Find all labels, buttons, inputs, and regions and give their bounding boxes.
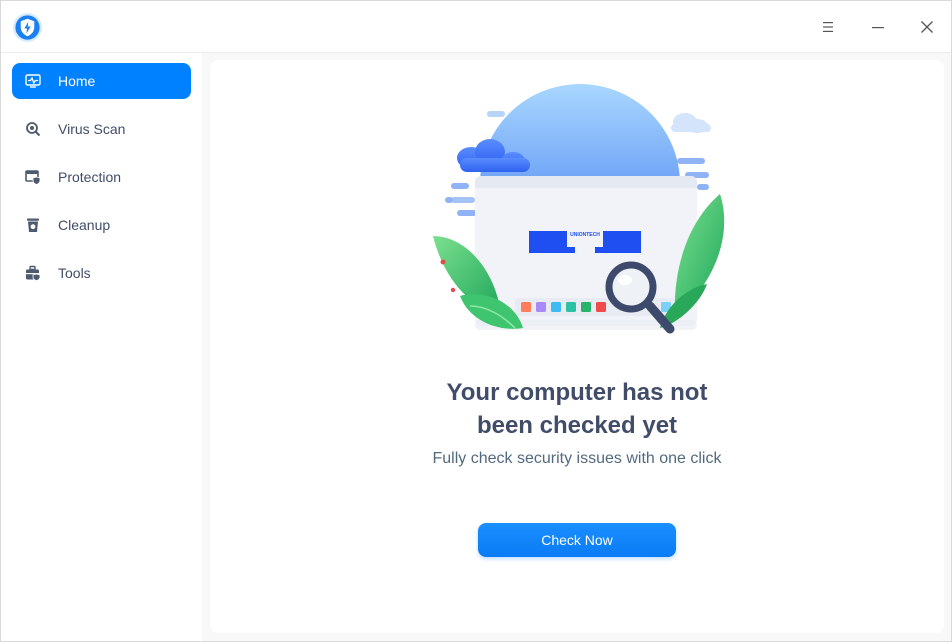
main-menu-button[interactable] bbox=[813, 12, 843, 42]
shield-bolt-icon bbox=[12, 12, 43, 43]
window-shield-icon bbox=[24, 168, 42, 186]
trash-bin-icon bbox=[24, 216, 42, 234]
decor-dash bbox=[487, 111, 505, 117]
brand-text: UNIONTECH bbox=[570, 232, 600, 238]
home-panel: UNIONTECH Your computer has not been che… bbox=[210, 60, 944, 633]
status-headline: Your computer has not been checked yet bbox=[210, 376, 944, 442]
toolbox-icon bbox=[24, 264, 42, 282]
titlebar bbox=[1, 1, 951, 53]
app-window: Home Virus Scan Protection Cleanup Tools… bbox=[0, 0, 952, 642]
check-now-button[interactable]: Check Now bbox=[478, 523, 676, 557]
sidebar-item-label: Virus Scan bbox=[58, 121, 126, 137]
security-check-illustration: UNIONTECH bbox=[433, 84, 725, 334]
magnifier-scan-icon bbox=[24, 120, 42, 138]
minimize-icon bbox=[872, 27, 884, 29]
monitor-pulse-icon bbox=[24, 72, 42, 90]
status-description: Fully check security issues with one cli… bbox=[432, 450, 722, 467]
sidebar-item-label: Cleanup bbox=[58, 217, 111, 233]
hamburger-menu-icon bbox=[823, 22, 833, 32]
sidebar-item-tools[interactable]: Tools bbox=[12, 255, 191, 291]
sidebar-item-label: Protection bbox=[58, 169, 122, 185]
minimize-button[interactable] bbox=[863, 12, 893, 42]
sidebar-item-home[interactable]: Home bbox=[12, 63, 191, 99]
sidebar-item-label: Home bbox=[58, 73, 96, 89]
sidebar-item-virus-scan[interactable]: Virus Scan bbox=[12, 111, 191, 147]
close-icon bbox=[921, 21, 933, 33]
sidebar-item-cleanup[interactable]: Cleanup bbox=[12, 207, 191, 243]
close-button[interactable] bbox=[912, 12, 942, 42]
sidebar-item-label: Tools bbox=[58, 265, 91, 281]
headline-line: been checked yet bbox=[476, 412, 678, 439]
light-cloud bbox=[671, 113, 711, 133]
sidebar: Home Virus Scan Protection Cleanup Tools bbox=[1, 53, 202, 641]
sidebar-item-protection[interactable]: Protection bbox=[12, 159, 191, 195]
headline-line: Your computer has not bbox=[446, 379, 708, 406]
